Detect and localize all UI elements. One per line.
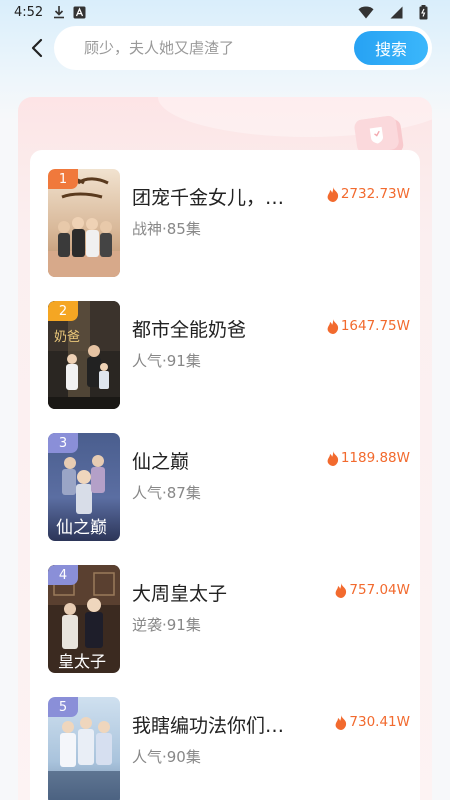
rank-badge: 3 [48,433,78,453]
drama-title: 我瞎编功法你们… [132,715,285,737]
signal-icon [390,6,403,19]
heat-value: 1647.75W [340,318,410,334]
flame-icon [327,450,338,466]
list-item[interactable]: 奶爸 2 都市全能奶爸 人气·91集 1647.75W [30,301,420,409]
notification-a-icon [73,6,86,19]
heat-count: 1647.75W [327,318,410,334]
heat-count: 757.04W [335,582,410,598]
svg-text:皇太子: 皇太子 [58,652,106,671]
list-item[interactable]: 5 我瞎编功法你们… 人气·90集 730.41W [30,697,420,800]
heat-value: 757.04W [349,582,410,598]
list-item[interactable]: 仙之巅 3 仙之巅 人气·87集 1189.88W [30,433,420,541]
heat-count: 1189.88W [327,450,410,466]
drama-title: 团宠千金女儿，… [132,187,285,209]
heat-value: 730.41W [349,714,410,730]
drama-title: 大周皇太子 [132,583,228,605]
heat-value: 1189.88W [340,450,410,466]
flame-icon [327,318,338,334]
cover-image: 奶爸 2 [48,301,120,409]
flame-icon [327,186,338,202]
flame-icon [335,582,347,598]
status-time: 4:52 [14,4,44,20]
battery-icon [419,4,428,20]
rank-badge: 4 [48,565,78,585]
search-input[interactable] [84,39,344,57]
svg-text:奶爸: 奶爸 [54,330,80,345]
status-bar: 4:52 [0,0,450,24]
cover-image: 仙之巅 3 [48,433,120,541]
search-box: 搜索 [54,26,432,70]
rank-badge: 1 [48,169,78,189]
rank-badge: 5 [48,697,78,717]
list-item[interactable]: 1 团宠千金女儿，… 战神·85集 2732.73W [30,169,420,277]
rank-badge: 2 [48,301,78,321]
drama-meta: 人气·91集 [132,352,201,370]
heat-count: 730.41W [335,714,410,730]
cover-image: 皇太子 4 [48,565,120,673]
search-bar: 搜索 [0,26,450,70]
heat-count: 2732.73W [327,186,410,202]
flame-icon [335,714,347,730]
back-button[interactable] [26,35,48,61]
search-button[interactable]: 搜索 [354,31,428,65]
drama-meta: 人气·90集 [132,748,201,766]
drama-title: 仙之巅 [132,451,190,473]
cover-image: 1 [48,169,120,277]
drama-meta: 战神·85集 [132,220,201,238]
chevron-left-icon [31,38,43,58]
drama-list: 1 团宠千金女儿，… 战神·85集 2732.73W 奶爸 2 都市全能奶爸 人… [30,150,420,800]
list-item[interactable]: 皇太子 4 大周皇太子 逆袭·91集 757.04W [30,565,420,673]
download-icon [53,5,65,19]
heat-value: 2732.73W [340,186,410,202]
ranking-card: 1 团宠千金女儿，… 战神·85集 2732.73W 奶爸 2 都市全能奶爸 人… [18,97,432,800]
cover-image: 5 [48,697,120,800]
svg-text:仙之巅: 仙之巅 [56,518,107,538]
wifi-icon [358,6,374,19]
drama-title: 都市全能奶爸 [132,319,247,341]
drama-meta: 人气·87集 [132,484,201,502]
drama-meta: 逆袭·91集 [132,616,201,634]
